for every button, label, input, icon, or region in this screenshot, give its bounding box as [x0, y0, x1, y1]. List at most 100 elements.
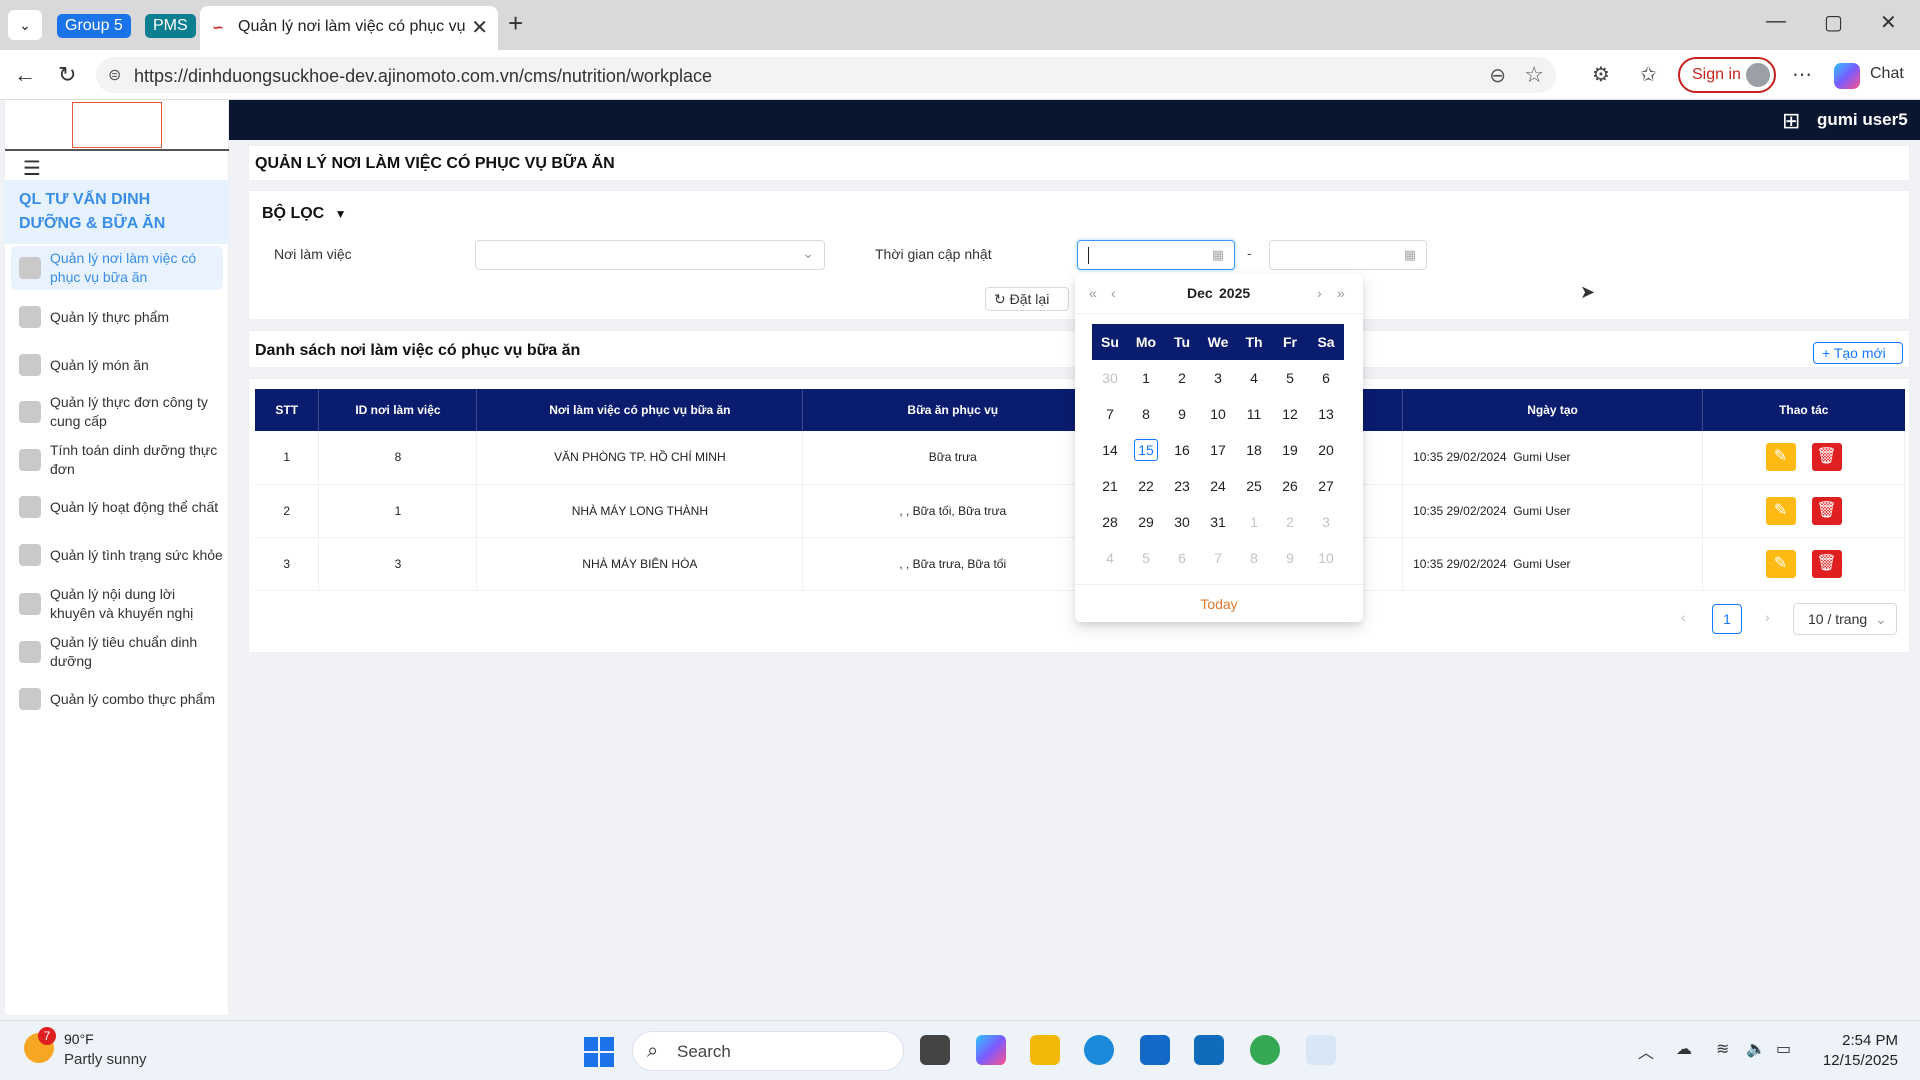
calendar-day[interactable]: 9: [1164, 396, 1200, 432]
calendar-day[interactable]: 6: [1308, 360, 1344, 396]
calendar-day[interactable]: 23: [1164, 468, 1200, 504]
taskbar-search[interactable]: ⌕ Search: [632, 1031, 904, 1071]
battery-icon[interactable]: ▭: [1776, 1039, 1791, 1059]
calendar-day[interactable]: 29: [1128, 504, 1164, 540]
delete-button[interactable]: 🗑: [1811, 496, 1842, 525]
more-options-icon[interactable]: ⋯: [1792, 62, 1812, 87]
back-icon[interactable]: ←: [14, 62, 36, 88]
temperature[interactable]: 90°F: [64, 1031, 94, 1047]
calendar-day[interactable]: 24: [1200, 468, 1236, 504]
tab-list-button[interactable]: ⌄: [8, 10, 42, 40]
sign-in-button[interactable]: Sign in: [1678, 57, 1776, 93]
favorites-icon[interactable]: ✩: [1640, 62, 1657, 87]
apps-grid-icon[interactable]: ⊞: [1782, 108, 1800, 134]
store-icon[interactable]: [1140, 1035, 1170, 1065]
show-hidden-icons-icon[interactable]: ︿: [1638, 1039, 1654, 1063]
calendar-day[interactable]: 2: [1272, 504, 1308, 540]
onedrive-icon[interactable]: ☁: [1676, 1039, 1692, 1059]
calendar-day[interactable]: 1: [1236, 504, 1272, 540]
sidebar-item-dishes[interactable]: Quản lý món ăn: [11, 348, 223, 382]
close-tab-icon[interactable]: ✕: [471, 15, 488, 40]
close-window-icon[interactable]: ✕: [1880, 10, 1897, 35]
sidebar-section-title[interactable]: QL TƯ VẤN DINH DƯỠNG & BỮA ĂN: [5, 180, 229, 244]
wifi-icon[interactable]: ≋: [1716, 1039, 1729, 1059]
calendar-day[interactable]: 25: [1236, 468, 1272, 504]
extensions-icon[interactable]: ⚙: [1592, 62, 1610, 87]
edge-browser-icon[interactable]: [1084, 1035, 1114, 1065]
calendar-day[interactable]: 10: [1308, 540, 1344, 576]
copilot-app-icon[interactable]: [976, 1035, 1006, 1065]
delete-button[interactable]: 🗑: [1811, 549, 1842, 578]
calendar-day[interactable]: 27: [1308, 468, 1344, 504]
calendar-day[interactable]: 20: [1308, 432, 1344, 468]
new-tab-icon[interactable]: +: [508, 8, 523, 39]
sidebar-item-nutrition-standard[interactable]: Quản lý tiêu chuẩn dinh dưỡng: [11, 630, 223, 674]
calendar-day[interactable]: 17: [1200, 432, 1236, 468]
copilot-icon[interactable]: [1834, 63, 1860, 89]
next-month-icon[interactable]: ›: [1317, 285, 1322, 301]
calendar-day[interactable]: 26: [1272, 468, 1308, 504]
zoom-icon[interactable]: ⊖: [1489, 63, 1506, 88]
maximize-icon[interactable]: ▢: [1824, 10, 1843, 35]
calendar-day[interactable]: 1: [1128, 360, 1164, 396]
logo[interactable]: [72, 102, 162, 148]
calendar-day[interactable]: 3: [1200, 360, 1236, 396]
minimize-icon[interactable]: —: [1766, 10, 1786, 33]
prev-month-icon[interactable]: ‹: [1111, 285, 1116, 301]
calendar-day[interactable]: 12: [1272, 396, 1308, 432]
next-page-icon[interactable]: ›: [1765, 609, 1770, 625]
calendar-day[interactable]: 8: [1236, 540, 1272, 576]
sidebar-item-food[interactable]: Quản lý thực phẩm: [11, 300, 223, 334]
calendar-day[interactable]: 15: [1128, 432, 1164, 468]
sidebar-item-food-combo[interactable]: Quản lý combo thực phẩm: [11, 682, 223, 716]
calendar-day[interactable]: 19: [1272, 432, 1308, 468]
calendar-day[interactable]: 2: [1164, 360, 1200, 396]
calendar-day[interactable]: 22: [1128, 468, 1164, 504]
next-year-icon[interactable]: »: [1337, 285, 1345, 301]
weather-description[interactable]: Partly sunny: [64, 1051, 147, 1068]
calendar-day[interactable]: 6: [1164, 540, 1200, 576]
tab-group-pms[interactable]: PMS: [145, 14, 196, 38]
calendar-day[interactable]: 16: [1164, 432, 1200, 468]
calendar-day[interactable]: 9: [1272, 540, 1308, 576]
sidebar-item-nutrition-calc[interactable]: Tính toán dinh dưỡng thực đơn: [11, 438, 223, 482]
page-size-select[interactable]: 10 / trang ⌄: [1793, 603, 1897, 635]
user-name[interactable]: gumi user5: [1817, 110, 1908, 130]
reset-button[interactable]: ↻ Đặt lại: [985, 287, 1069, 311]
calendar-day[interactable]: 5: [1128, 540, 1164, 576]
task-view-icon[interactable]: [920, 1035, 950, 1065]
calendar-day[interactable]: 30: [1164, 504, 1200, 540]
calendar-day[interactable]: 28: [1092, 504, 1128, 540]
menu-collapse-icon[interactable]: ☰: [23, 156, 41, 181]
sidebar-item-advice[interactable]: Quản lý nội dung lời khuyên và khuyến ng…: [11, 582, 223, 626]
site-info-icon[interactable]: ⊜: [108, 65, 121, 85]
calendar-day[interactable]: 14: [1092, 432, 1128, 468]
create-button[interactable]: + Tạo mới: [1813, 342, 1903, 364]
chat-label[interactable]: Chat: [1870, 65, 1904, 83]
calendar-day[interactable]: 3: [1308, 504, 1344, 540]
calendar-day[interactable]: 30: [1092, 360, 1128, 396]
calendar-day[interactable]: 5: [1272, 360, 1308, 396]
month-label[interactable]: Dec: [1187, 285, 1213, 301]
page-1-button[interactable]: 1: [1712, 604, 1742, 634]
sidebar-item-physical-activity[interactable]: Quản lý hoạt động thể chất: [11, 490, 223, 524]
filter-toggle[interactable]: BỘ LỌC ▼: [262, 205, 347, 223]
volume-icon[interactable]: 🔈: [1746, 1039, 1766, 1059]
date-from-input[interactable]: ▦: [1077, 240, 1235, 270]
calendar-day[interactable]: 18: [1236, 432, 1272, 468]
date-to-input[interactable]: ▦: [1269, 240, 1427, 270]
snipping-tool-icon[interactable]: [1306, 1035, 1336, 1065]
chrome-icon[interactable]: [1250, 1035, 1280, 1065]
clock[interactable]: 2:54 PM 12/15/2025: [1816, 1031, 1898, 1071]
favorite-star-icon[interactable]: ☆: [1524, 62, 1544, 88]
sidebar-item-workplace[interactable]: Quản lý nơi làm việc có phục vụ bữa ăn: [11, 246, 223, 290]
prev-page-icon[interactable]: ‹: [1681, 609, 1686, 625]
calendar-day[interactable]: 31: [1200, 504, 1236, 540]
calendar-day[interactable]: 21: [1092, 468, 1128, 504]
workplace-select[interactable]: ⌄: [475, 240, 825, 270]
calendar-day[interactable]: 4: [1236, 360, 1272, 396]
edit-button[interactable]: ✎: [1765, 443, 1796, 472]
reload-icon[interactable]: ↻: [58, 62, 76, 88]
active-tab[interactable]: ∽ Quản lý nơi làm việc có phục vụ bữa ✕: [200, 6, 498, 50]
tab-group-5[interactable]: Group 5: [57, 14, 131, 38]
